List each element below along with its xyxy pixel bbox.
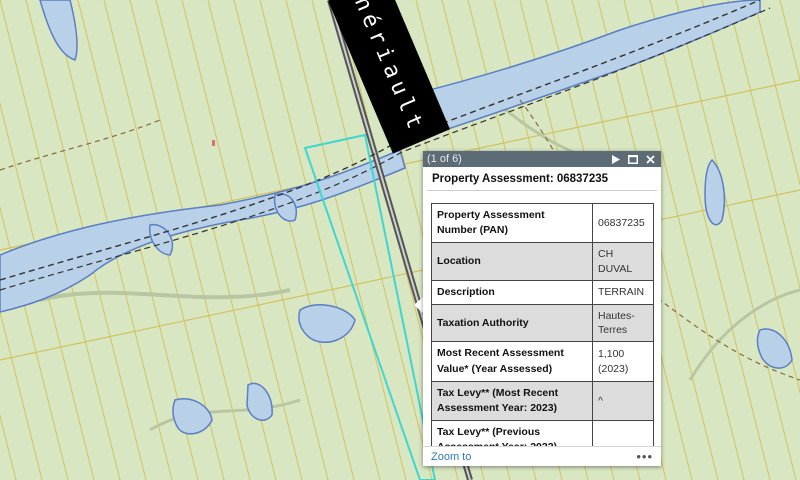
attribute-key: Location	[431, 242, 593, 281]
feature-popup: (1 of 6) Property Assessment: 06837235 P…	[423, 151, 661, 466]
attribute-key: Tax Levy** (Most Recent Assessment Year:…	[431, 380, 593, 422]
zoom-to-link[interactable]: Zoom to	[431, 451, 636, 463]
attribute-value: 1,100 (2023)	[592, 341, 654, 382]
table-row: Tax Levy** (Most Recent Assessment Year:…	[431, 380, 654, 422]
popup-header: (1 of 6)	[423, 151, 661, 167]
maximize-icon[interactable]	[626, 152, 640, 166]
attribute-value: TERRAIN	[592, 279, 654, 306]
attribute-key: Most Recent Assessment Value* (Year Asse…	[431, 341, 593, 382]
popup-footer: Zoom to •••	[423, 446, 661, 466]
popup-title: Property Assessment: 06837235	[427, 167, 657, 191]
table-row: Location CH DUVAL	[431, 242, 654, 281]
map-marker	[212, 140, 215, 146]
popup-counter: (1 of 6)	[427, 153, 462, 165]
attribute-value: 06837235	[592, 203, 654, 244]
attribute-key: Description	[431, 279, 593, 306]
attribute-value: Hautes-Terres	[592, 303, 654, 343]
table-row: Description TERRAIN	[431, 279, 654, 306]
table-row: Taxation Authority Hautes-Terres	[431, 303, 654, 343]
table-row: Most Recent Assessment Value* (Year Asse…	[431, 341, 654, 382]
play-icon[interactable]	[609, 152, 623, 166]
attribute-key: Property Assessment Number (PAN)	[431, 203, 593, 244]
attribute-value	[592, 420, 654, 446]
attribute-key: Tax Levy** (Previous Assessment Year: 20…	[431, 420, 593, 446]
more-options-button[interactable]: •••	[636, 449, 653, 464]
close-icon[interactable]	[643, 152, 657, 166]
attribute-table-scroll[interactable]: Property Assessment Number (PAN) 0683723…	[431, 203, 656, 446]
table-row: Property Assessment Number (PAN) 0683723…	[431, 203, 654, 244]
attribute-key: Taxation Authority	[431, 303, 593, 343]
attribute-table: Property Assessment Number (PAN) 0683723…	[431, 203, 654, 446]
table-row: Tax Levy** (Previous Assessment Year: 20…	[431, 420, 654, 446]
attribute-value: CH DUVAL	[592, 242, 654, 281]
attribute-value: ^	[592, 380, 654, 422]
